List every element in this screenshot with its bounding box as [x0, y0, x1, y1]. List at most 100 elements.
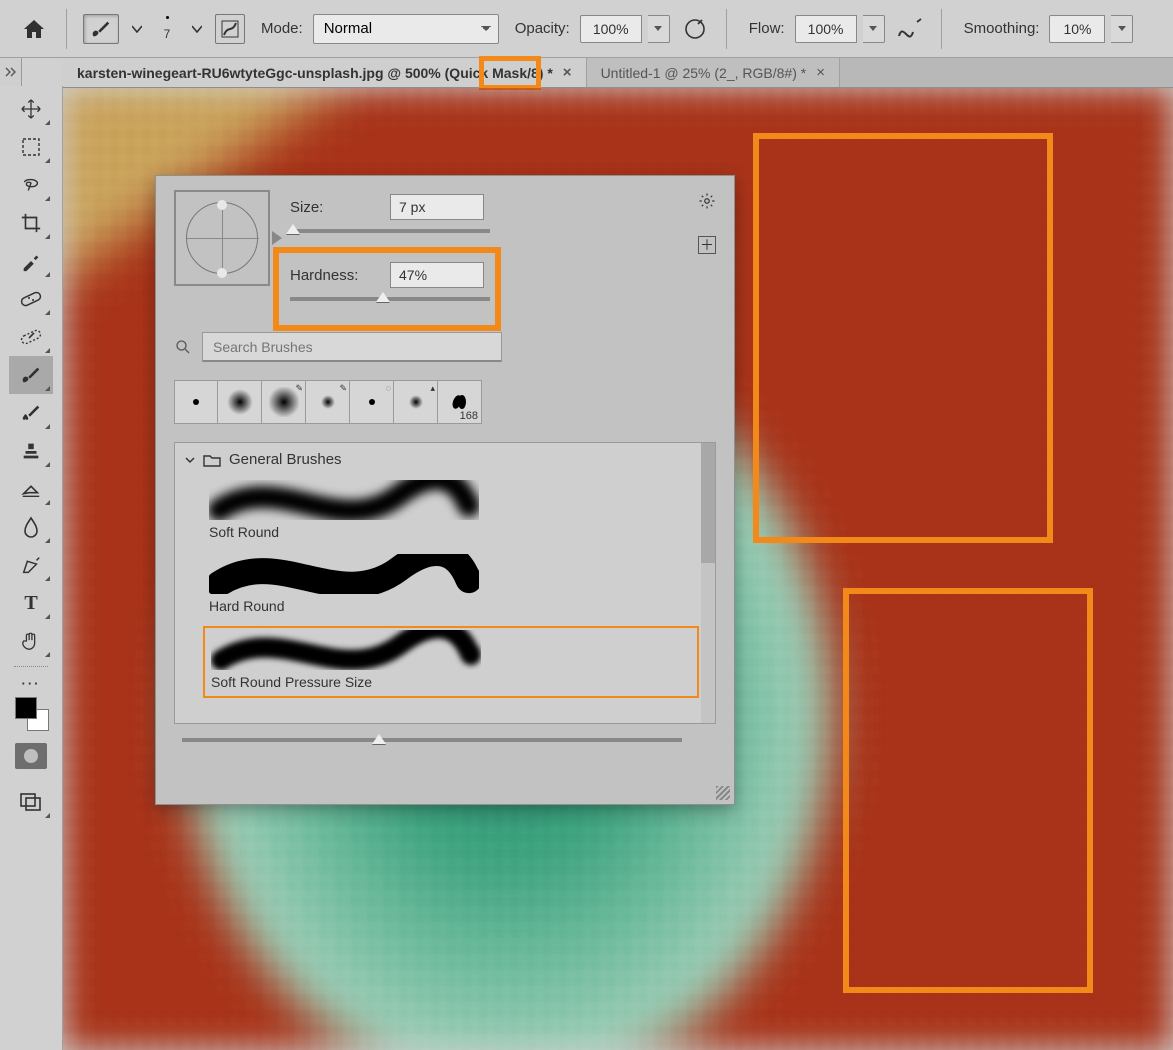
- chevron-down-icon[interactable]: [189, 20, 205, 38]
- opacity-value[interactable]: 100%: [580, 15, 642, 43]
- recent-brush-thumb[interactable]: ✎: [262, 380, 306, 424]
- brush-icon: [90, 18, 112, 40]
- tab-zoom: 500%: [405, 65, 441, 81]
- recent-brush-thumb[interactable]: ◌: [350, 380, 394, 424]
- eraser-icon: [20, 479, 42, 499]
- brush-stroke-preview: [209, 554, 479, 594]
- pen-icon: [20, 554, 42, 576]
- divider: [941, 9, 942, 49]
- type-tool[interactable]: T: [9, 584, 53, 622]
- preset-name: Soft Round Pressure Size: [211, 674, 691, 690]
- hardness-label: Hardness:: [290, 267, 370, 284]
- hand-tool[interactable]: [9, 622, 53, 660]
- eraser-tool[interactable]: [9, 470, 53, 508]
- quick-selection-tool[interactable]: [9, 318, 53, 356]
- tab-title-prefix: karsten-winegeart-RU6wtyteGgc-unsplash.j…: [77, 65, 405, 81]
- clone-stamp-tool[interactable]: [9, 432, 53, 470]
- brush-list-scrollbar[interactable]: [701, 443, 715, 723]
- group-title: General Brushes: [229, 451, 342, 468]
- brush-settings-toggle[interactable]: [215, 14, 245, 44]
- pressure-opacity-toggle[interactable]: [680, 14, 710, 44]
- blur-tool[interactable]: [9, 508, 53, 546]
- blend-mode-select[interactable]: Normal: [313, 14, 499, 44]
- pressure-badge-icon: ✎: [339, 383, 347, 394]
- size-label: Size:: [290, 199, 370, 216]
- brush-tool[interactable]: [9, 356, 53, 394]
- crop-tool[interactable]: [9, 204, 53, 242]
- double-chevron-right-icon: [5, 67, 17, 77]
- arrow-right-icon: [272, 231, 282, 245]
- brush-preset-picker[interactable]: 7: [155, 16, 179, 41]
- tool-preset-picker[interactable]: [83, 14, 119, 44]
- lasso-tool[interactable]: [9, 166, 53, 204]
- crop-icon: [20, 212, 42, 234]
- tab-active-document[interactable]: karsten-winegeart-RU6wtyteGgc-unsplash.j…: [63, 58, 587, 87]
- hardness-slider[interactable]: [290, 294, 490, 304]
- bandaid-icon: [19, 288, 43, 310]
- marquee-tool[interactable]: [9, 128, 53, 166]
- folder-icon: [203, 453, 221, 467]
- search-brushes-input[interactable]: [202, 332, 502, 362]
- type-icon: T: [24, 592, 37, 615]
- healing-brush-tool[interactable]: [9, 280, 53, 318]
- mixer-brush-tool[interactable]: [9, 394, 53, 432]
- brush-stroke-preview: [209, 480, 479, 520]
- recent-brush-thumb[interactable]: ▴: [394, 380, 438, 424]
- brush-angle-control[interactable]: [174, 190, 270, 286]
- quick-mask-toggle[interactable]: [15, 743, 47, 769]
- brush-preset-item[interactable]: Soft Round: [175, 476, 715, 550]
- foreground-background-colors[interactable]: [11, 695, 51, 735]
- flow-value[interactable]: 100%: [795, 15, 857, 43]
- tab-title-suffix: (Quick Mask/8) *: [441, 65, 553, 81]
- home-button[interactable]: [18, 13, 50, 45]
- drop-badge-icon: ◌: [386, 383, 391, 393]
- recent-brush-thumb[interactable]: 168: [438, 380, 482, 424]
- recent-brush-thumb[interactable]: [218, 380, 262, 424]
- divider: [66, 9, 67, 49]
- chevron-down-icon[interactable]: [129, 20, 145, 38]
- close-icon[interactable]: ×: [563, 64, 572, 81]
- brush-preset-item-highlighted[interactable]: Soft Round Pressure Size: [203, 626, 699, 698]
- ellipsis-icon: ···: [22, 676, 41, 691]
- tab-title: Untitled-1 @ 25% (2_, RGB/8#) *: [601, 65, 807, 81]
- pen-tool[interactable]: [9, 546, 53, 584]
- size-input[interactable]: 7 px: [390, 194, 484, 220]
- smoothing-value[interactable]: 10%: [1049, 15, 1105, 43]
- drop-icon: [22, 516, 40, 538]
- brush-preset-panel: ＋ Size: 7 px Hardness: 47%: [155, 175, 735, 805]
- brush-icon: [20, 364, 42, 386]
- airbrush-icon: [897, 18, 923, 40]
- panel-resize-grip[interactable]: [716, 786, 730, 800]
- eyedropper-tool[interactable]: [9, 242, 53, 280]
- wand-icon: [19, 326, 43, 348]
- recent-brush-thumb[interactable]: ✎: [306, 380, 350, 424]
- brush-size-number: 7: [164, 27, 171, 41]
- smoothing-dropdown[interactable]: [1111, 15, 1133, 43]
- size-slider[interactable]: [290, 226, 490, 236]
- foreground-color-swatch[interactable]: [15, 697, 37, 719]
- brush-preset-item[interactable]: Hard Round: [175, 550, 715, 624]
- recent-brush-thumb[interactable]: [174, 380, 218, 424]
- smoothing-label: Smoothing:: [964, 20, 1040, 37]
- document-tabs: karsten-winegeart-RU6wtyteGgc-unsplash.j…: [63, 58, 1173, 88]
- preview-size-slider[interactable]: [182, 738, 682, 742]
- flow-dropdown[interactable]: [863, 15, 885, 43]
- close-icon[interactable]: ×: [816, 64, 825, 81]
- expand-panels-handle[interactable]: [0, 58, 22, 86]
- chevron-down-icon: [185, 455, 195, 465]
- divider: [726, 9, 727, 49]
- dot-icon: [166, 16, 169, 19]
- opacity-dropdown[interactable]: [648, 15, 670, 43]
- airbrush-toggle[interactable]: [895, 14, 925, 44]
- move-tool[interactable]: [9, 90, 53, 128]
- lasso-icon: [20, 174, 42, 196]
- edit-toolbar[interactable]: ···: [9, 673, 53, 693]
- flow-label: Flow:: [749, 20, 785, 37]
- hardness-input[interactable]: 47%: [390, 262, 484, 288]
- options-bar: 7 Mode: Normal Opacity: 100% Flow: 100% …: [0, 0, 1173, 58]
- opacity-label: Opacity:: [515, 20, 570, 37]
- screen-mode-button[interactable]: [9, 783, 53, 821]
- tab-inactive-document[interactable]: Untitled-1 @ 25% (2_, RGB/8#) * ×: [587, 58, 840, 87]
- brush-group-header[interactable]: General Brushes: [175, 443, 715, 476]
- folder-brush-icon: [220, 19, 240, 39]
